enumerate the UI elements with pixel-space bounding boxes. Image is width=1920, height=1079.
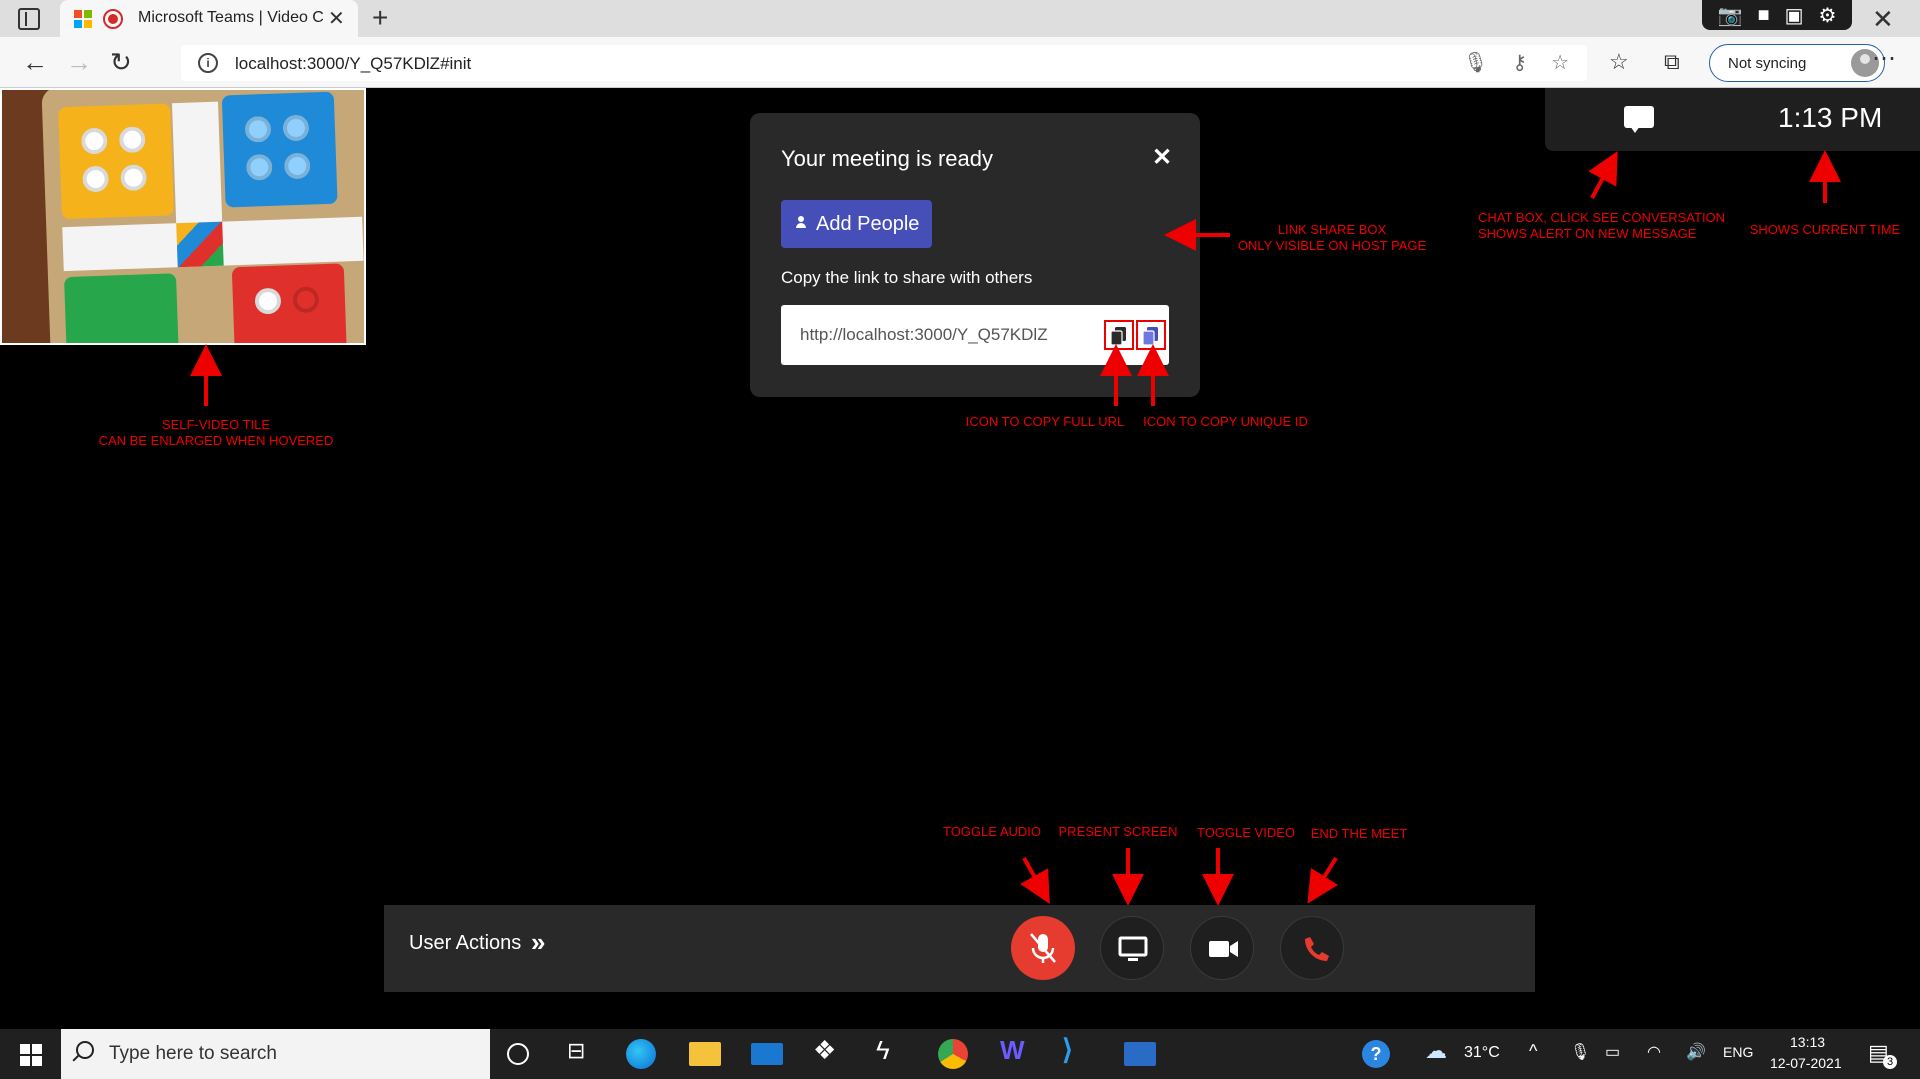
file-explorer-icon[interactable] bbox=[689, 1042, 721, 1066]
collections-icon[interactable]: ⧉ bbox=[1664, 49, 1680, 75]
vscode-icon[interactable]: ⟩ bbox=[1062, 1033, 1094, 1065]
chrome-icon[interactable] bbox=[938, 1039, 968, 1069]
refresh-button[interactable]: ↻ bbox=[110, 47, 132, 78]
mail-icon[interactable] bbox=[751, 1043, 783, 1065]
mic-off-icon bbox=[1030, 933, 1056, 963]
active-tab[interactable]: Microsoft Teams | Video Co ✕ bbox=[60, 0, 358, 37]
arrow-end bbox=[1307, 856, 1339, 904]
url-text[interactable]: localhost:3000/Y_Q57KDlZ#init bbox=[235, 54, 471, 74]
task-view-icon[interactable]: ⊟ bbox=[567, 1038, 599, 1068]
annotation-toggle-video: TOGGLE VIDEO bbox=[1196, 825, 1295, 840]
annotation-line: SHOWS ALERT ON NEW MESSAGE bbox=[1478, 226, 1697, 241]
windows-taskbar: Type here to search ⊟ ❖ ϟ W ⟩ ? ☁ 31°C ^… bbox=[0, 1029, 1920, 1079]
chevron-up-icon[interactable]: ^ bbox=[1529, 1041, 1537, 1062]
annotation-copy-unique-id: ICON TO COPY UNIQUE ID bbox=[1143, 414, 1308, 429]
toggle-audio-button[interactable] bbox=[1011, 916, 1075, 980]
microphone-tray-icon[interactable]: 🎙 bbox=[1570, 1042, 1590, 1062]
tab-close-icon[interactable]: ✕ bbox=[328, 6, 345, 31]
site-info-icon[interactable]: i bbox=[198, 53, 218, 73]
battery-icon[interactable]: ▭ bbox=[1605, 1042, 1620, 1062]
recording-icon bbox=[103, 9, 123, 29]
tab-title: Microsoft Teams | Video Co bbox=[138, 9, 323, 26]
annotation-line: ONLY VISIBLE ON HOST PAGE bbox=[1237, 238, 1427, 253]
back-button[interactable]: ← bbox=[22, 47, 48, 78]
windows-start-icon[interactable] bbox=[20, 1044, 42, 1066]
annotation-line: LINK SHARE BOX bbox=[1277, 222, 1387, 237]
taskbar-search-box[interactable]: Type here to search bbox=[61, 1029, 490, 1079]
webex-icon[interactable]: W bbox=[1000, 1035, 1032, 1065]
phone-hangup-icon bbox=[1305, 937, 1329, 961]
taskbar-date[interactable]: 12-07-2021 bbox=[1770, 1055, 1842, 1071]
capture-toolbar: 📷 ■ ▣ ⚙ bbox=[1702, 0, 1852, 30]
meeting-stage: Your meeting is ready ✕ Add People Copy … bbox=[0, 88, 1920, 1029]
tab-actions-icon[interactable] bbox=[18, 8, 40, 30]
language-indicator[interactable]: ENG bbox=[1723, 1044, 1753, 1060]
double-chevron-right-icon[interactable]: » bbox=[531, 927, 545, 958]
address-toolbar: ← → ↻ i localhost:3000/Y_Q57KDlZ#init 🎙 … bbox=[0, 37, 1920, 88]
new-tab-button[interactable]: + bbox=[372, 2, 388, 34]
help-icon[interactable]: ? bbox=[1362, 1040, 1390, 1068]
annotation-link-share-sub: ONLY VISIBLE ON HOST PAGE bbox=[1237, 238, 1427, 254]
add-favorite-icon[interactable]: ☆ bbox=[1551, 50, 1569, 75]
temperature[interactable]: 31°C bbox=[1464, 1044, 1500, 1062]
user-actions-label[interactable]: User Actions bbox=[409, 932, 521, 955]
video-camera-icon bbox=[1209, 941, 1238, 957]
wifi-icon[interactable]: ◠ bbox=[1647, 1042, 1661, 1062]
annotation-line: CAN BE ENLARGED WHEN HOVERED bbox=[98, 433, 334, 448]
search-icon bbox=[76, 1041, 94, 1059]
monitor-icon bbox=[1118, 936, 1148, 961]
annotation-end-meet: END THE MEET bbox=[1310, 826, 1408, 841]
profile-sync-button[interactable]: Not syncing bbox=[1709, 44, 1885, 82]
meeting-control-bar: User Actions » bbox=[384, 905, 1535, 992]
powershell-icon[interactable] bbox=[1124, 1042, 1156, 1066]
weather-cloud-icon[interactable]: ☁ bbox=[1425, 1038, 1451, 1068]
end-meet-button[interactable] bbox=[1280, 916, 1344, 980]
settings-gear-icon[interactable]: ⚙ bbox=[1819, 3, 1837, 28]
annotation-chat-box: CHAT BOX, CLICK SEE CONVERSATION SHOWS A… bbox=[1478, 210, 1726, 242]
key-icon[interactable]: ⚷ bbox=[1512, 50, 1527, 75]
annotation-toggle-audio: TOGGLE AUDIO bbox=[942, 824, 1041, 839]
app-bolt-icon[interactable]: ϟ bbox=[876, 1035, 908, 1065]
gallery-icon[interactable]: ▣ bbox=[1785, 3, 1804, 28]
annotation-copy-full-url: ICON TO COPY FULL URL bbox=[965, 414, 1125, 429]
notification-count-badge: 3 bbox=[1883, 1055, 1897, 1069]
arrow-audio bbox=[1020, 857, 1050, 904]
annotation-line: SELF-VIDEO TILE bbox=[161, 417, 271, 432]
annotation-current-time: SHOWS CURRENT TIME bbox=[1749, 222, 1901, 237]
edge-browser-icon[interactable] bbox=[626, 1039, 656, 1069]
browser-tabstrip: Microsoft Teams | Video Co ✕ + 📷 ■ ▣ ⚙ ✕ bbox=[0, 0, 1920, 37]
annotation-self-video: SELF-VIDEO TILE CAN BE ENLARGED WHEN HOV… bbox=[95, 417, 337, 449]
forward-button[interactable]: → bbox=[66, 47, 92, 78]
microsoft-logo-icon bbox=[74, 10, 92, 28]
favorites-icon[interactable]: ☆ bbox=[1609, 49, 1629, 75]
cortana-icon[interactable] bbox=[507, 1043, 529, 1065]
sync-label: Not syncing bbox=[1728, 55, 1807, 72]
annotation-link-share: LINK SHARE BOX bbox=[1267, 222, 1397, 238]
annotation-line: CHAT BOX, CLICK SEE CONVERSATION bbox=[1478, 210, 1726, 225]
toggle-video-button[interactable] bbox=[1190, 916, 1254, 980]
camera-icon[interactable]: 📷 bbox=[1718, 3, 1743, 28]
window-close-icon[interactable]: ✕ bbox=[1872, 4, 1894, 35]
search-placeholder: Type here to search bbox=[109, 1043, 277, 1064]
taskbar-time[interactable]: 13:13 bbox=[1790, 1034, 1825, 1050]
present-screen-button[interactable] bbox=[1100, 916, 1164, 980]
more-options-icon[interactable]: ⋯ bbox=[1872, 44, 1896, 73]
volume-icon[interactable]: 🔊 bbox=[1686, 1042, 1706, 1062]
annotation-present-screen: PRESENT SCREEN bbox=[1058, 824, 1178, 839]
arrow-chat bbox=[1588, 150, 1618, 199]
dropbox-icon[interactable]: ❖ bbox=[813, 1035, 845, 1065]
url-bar[interactable]: i localhost:3000/Y_Q57KDlZ#init 🎙 ⚷ ☆ bbox=[181, 45, 1587, 81]
microphone-icon[interactable]: 🎙 bbox=[1463, 50, 1488, 75]
video-record-icon[interactable]: ■ bbox=[1757, 4, 1769, 27]
